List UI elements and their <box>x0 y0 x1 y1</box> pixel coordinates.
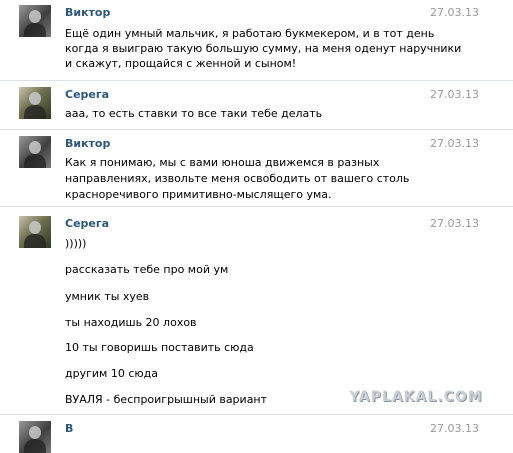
message-text-line: 10 ты говоришь поставить сюда <box>65 341 254 354</box>
message-date: 27.03.13 <box>430 137 479 150</box>
message-text-line: умник ты хуев <box>65 290 150 303</box>
message-text-line: направлениях, извольте меня освободить о… <box>65 172 410 185</box>
message-text-line: рассказать тебе про мой ум <box>65 263 229 276</box>
message: Виктор 27.03.13 Как я понимаю, мы с вами… <box>0 129 513 206</box>
message: В 27.03.13 <box>0 414 513 453</box>
avatar[interactable] <box>19 216 51 248</box>
message-date: 27.03.13 <box>430 422 479 435</box>
message-date: 27.03.13 <box>430 6 479 19</box>
message-author[interactable]: Виктор <box>65 6 110 19</box>
message-text-line: Ещё один умный мальчик, я работаю букмек… <box>65 27 435 40</box>
message-text-line: красноречивого примитивно-мыслящего ума. <box>65 188 332 201</box>
message-date: 27.03.13 <box>430 88 479 101</box>
message-text-line: ВУАЛЯ - беспроигрышный вариант <box>65 393 268 406</box>
avatar[interactable] <box>19 5 51 37</box>
message-text-line: и скажут, прощайся с женной и сыном! <box>65 57 297 70</box>
message-date: 27.03.13 <box>430 217 479 230</box>
message-text-line: другим 10 сюда <box>65 367 158 380</box>
message: Серега 27.03.13 ))))) рассказать тебе пр… <box>0 206 513 415</box>
message-text-line: Как я понимаю, мы с вами юноша движемся … <box>65 156 380 169</box>
message-author[interactable]: Серега <box>65 88 109 101</box>
message: Серега 27.03.13 ааа, то есть ставки то в… <box>0 80 513 129</box>
message-text-line: ааа, то есть ставки то все таки тебе дел… <box>65 107 323 120</box>
avatar[interactable] <box>19 136 51 168</box>
message-text-line: ты находишь 20 лохов <box>65 316 197 329</box>
message-text-line: когда я выиграю такую большую сумму, на … <box>65 42 462 55</box>
message-author[interactable]: Серега <box>65 217 109 230</box>
avatar[interactable] <box>19 421 51 453</box>
message: Виктор 27.03.13 Ещё один умный мальчик, … <box>0 0 513 80</box>
watermark-logo: YAPLAKAL.COM <box>349 389 483 405</box>
message-author[interactable]: Виктор <box>65 137 110 150</box>
message-text-line: ))))) <box>65 237 87 250</box>
message-author[interactable]: В <box>65 422 73 435</box>
avatar[interactable] <box>19 87 51 119</box>
